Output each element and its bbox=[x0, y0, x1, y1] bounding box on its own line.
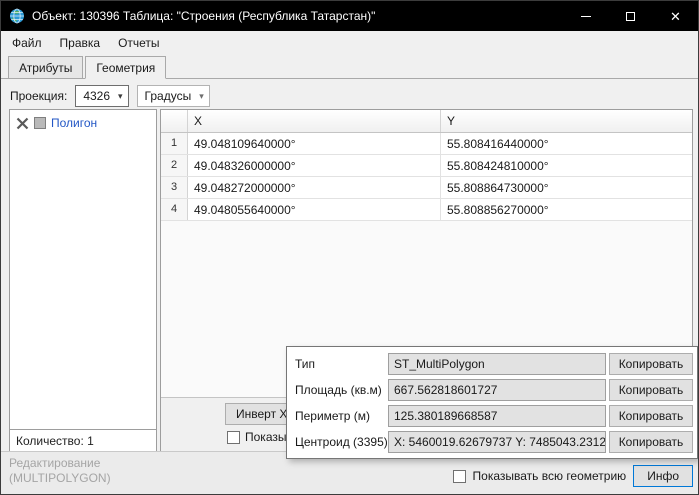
cell-y[interactable]: 55.808416440000° bbox=[441, 133, 692, 154]
row-number[interactable]: 4 bbox=[161, 199, 188, 220]
type-label: Тип bbox=[295, 357, 388, 371]
info-row-type: Тип ST_MultiPolygon Копировать bbox=[295, 353, 693, 375]
minimize-button[interactable] bbox=[563, 1, 608, 31]
show-checkbox-label: Показы bbox=[245, 430, 286, 444]
info-row-area: Площадь (кв.м) 667.562818601727 Копирова… bbox=[295, 379, 693, 401]
copy-centroid-button[interactable]: Копировать bbox=[609, 431, 693, 453]
info-button[interactable]: Инфо bbox=[633, 465, 693, 487]
info-row-centroid: Центроид (3395) X: 5460019.62679737 Y: 7… bbox=[295, 431, 693, 453]
menu-item-reports[interactable]: Отчеты bbox=[109, 33, 168, 53]
projection-combobox[interactable]: 4326 ▾ bbox=[75, 85, 128, 107]
edit-mode-status: Редактирование (MULTIPOLYGON) bbox=[9, 456, 111, 486]
close-button[interactable]: ✕ bbox=[653, 1, 698, 31]
app-window: Объект: 130396 Таблица: "Строения (Респу… bbox=[0, 0, 699, 495]
edit-mode-line1: Редактирование bbox=[9, 456, 111, 471]
info-row-perimeter: Периметр (м) 125.380189668587 Копировать bbox=[295, 405, 693, 427]
menu-item-edit[interactable]: Правка bbox=[51, 33, 110, 53]
show-all-geometry-checkbox[interactable] bbox=[453, 470, 466, 483]
projection-label: Проекция: bbox=[10, 89, 67, 103]
chevron-down-icon: ▾ bbox=[199, 91, 206, 102]
area-value-field[interactable]: 667.562818601727 bbox=[388, 379, 606, 401]
cell-y[interactable]: 55.808856270000° bbox=[441, 199, 692, 220]
row-number[interactable]: 2 bbox=[161, 155, 188, 176]
tab-attributes[interactable]: Атрибуты bbox=[8, 56, 83, 79]
count-label: Количество: 1 bbox=[10, 429, 156, 451]
cell-x[interactable]: 49.048055640000° bbox=[188, 199, 441, 220]
maximize-icon bbox=[626, 12, 635, 21]
area-label: Площадь (кв.м) bbox=[295, 383, 388, 397]
cell-x[interactable]: 49.048109640000° bbox=[188, 133, 441, 154]
toolbar: Проекция: 4326 ▾ Градусы ▾ bbox=[10, 85, 210, 107]
globe-icon bbox=[9, 8, 25, 24]
maximize-button[interactable] bbox=[608, 1, 653, 31]
table-row: 1 49.048109640000° 55.808416440000° bbox=[161, 133, 692, 155]
row-number-header bbox=[161, 110, 188, 132]
table-row: 3 49.048272000000° 55.808864730000° bbox=[161, 177, 692, 199]
perimeter-value-field[interactable]: 125.380189668587 bbox=[388, 405, 606, 427]
row-number[interactable]: 1 bbox=[161, 133, 188, 154]
cell-x[interactable]: 49.048326000000° bbox=[188, 155, 441, 176]
type-value-field[interactable]: ST_MultiPolygon bbox=[388, 353, 606, 375]
tools-icon bbox=[16, 117, 29, 130]
show-all-geometry-label[interactable]: Показывать всю геометрию bbox=[473, 469, 627, 483]
polygon-swatch-icon bbox=[34, 117, 46, 129]
chevron-down-icon: ▾ bbox=[118, 91, 125, 102]
show-checkbox[interactable] bbox=[227, 431, 240, 444]
table-row: 2 49.048326000000° 55.808424810000° bbox=[161, 155, 692, 177]
geometry-tree-panel: Полигон Количество: 1 bbox=[9, 109, 157, 452]
edit-mode-line2: (MULTIPOLYGON) bbox=[9, 471, 111, 486]
menu-item-file[interactable]: Файл bbox=[3, 33, 51, 53]
close-icon: ✕ bbox=[670, 10, 681, 23]
show-checkbox-row: Показы bbox=[227, 430, 286, 444]
table-row: 4 49.048055640000° 55.808856270000° bbox=[161, 199, 692, 221]
centroid-label: Центроид (3395) bbox=[295, 435, 388, 449]
title-bar: Объект: 130396 Таблица: "Строения (Респу… bbox=[1, 1, 698, 31]
projection-value: 4326 bbox=[83, 89, 110, 103]
copy-area-button[interactable]: Копировать bbox=[609, 379, 693, 401]
units-combobox[interactable]: Градусы ▾ bbox=[137, 85, 210, 107]
tab-strip: Атрибуты Геометрия bbox=[8, 56, 168, 79]
minimize-icon bbox=[581, 16, 591, 17]
column-header-x[interactable]: X bbox=[188, 110, 441, 132]
tree-item-polygon[interactable]: Полигон bbox=[10, 110, 156, 136]
column-header-y[interactable]: Y bbox=[441, 110, 692, 132]
table-header: X Y bbox=[161, 110, 692, 133]
statusbar-controls: Показывать всю геометрию Инфо bbox=[453, 465, 693, 487]
menu-bar: Файл Правка Отчеты bbox=[1, 31, 698, 54]
tree-item-label: Полигон bbox=[51, 116, 97, 130]
window-title: Объект: 130396 Таблица: "Строения (Респу… bbox=[32, 9, 375, 23]
copy-perimeter-button[interactable]: Копировать bbox=[609, 405, 693, 427]
units-value: Градусы bbox=[145, 89, 192, 103]
geometry-info-popup: Тип ST_MultiPolygon Копировать Площадь (… bbox=[286, 346, 698, 459]
perimeter-label: Периметр (м) bbox=[295, 409, 388, 423]
cell-x[interactable]: 49.048272000000° bbox=[188, 177, 441, 198]
copy-type-button[interactable]: Копировать bbox=[609, 353, 693, 375]
tab-geometry[interactable]: Геометрия bbox=[85, 56, 166, 79]
centroid-value-field[interactable]: X: 5460019.62679737 Y: 7485043.2312051 bbox=[388, 431, 606, 453]
cell-y[interactable]: 55.808424810000° bbox=[441, 155, 692, 176]
cell-y[interactable]: 55.808864730000° bbox=[441, 177, 692, 198]
row-number[interactable]: 3 bbox=[161, 177, 188, 198]
window-controls: ✕ bbox=[563, 1, 698, 31]
